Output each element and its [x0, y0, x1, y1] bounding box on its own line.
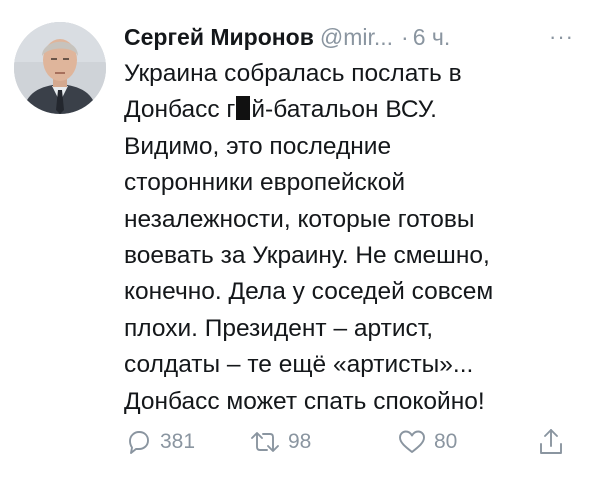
retweet-icon	[251, 432, 279, 452]
tweet-text-line: незалежности, которые готовы	[124, 205, 475, 233]
tweet-text-line: Донбасс может спать спокойно!	[124, 387, 485, 415]
tweet-text-line: плохи. Президент – артист,	[124, 314, 434, 342]
author-handle[interactable]: @mir...	[320, 24, 393, 50]
more-icon[interactable]: ···	[549, 20, 574, 54]
tweet-timestamp[interactable]: 6 ч.	[413, 24, 451, 50]
tweet-actions: 381 98 80	[124, 424, 584, 460]
tweet-text-fragment: й-батальон ВСУ.	[251, 96, 437, 124]
tweet-text-line: конечно. Дела у соседей совсем	[124, 278, 494, 306]
reply-button[interactable]: 381	[124, 424, 195, 460]
avatar-photo	[14, 22, 106, 114]
retweet-count: 98	[288, 430, 312, 453]
reply-icon	[129, 431, 149, 454]
avatar[interactable]	[14, 22, 106, 114]
header-separator: ·	[401, 24, 409, 50]
reply-count: 381	[160, 430, 196, 453]
tweet-text: Украина собралась послать в Донбасс г й-б…	[124, 56, 584, 420]
like-button[interactable]: 80	[396, 424, 457, 460]
censor-block	[236, 96, 251, 121]
tweet: Сергей Миронов @mir... · 6 ч. ··· Украина с…	[0, 0, 597, 480]
like-count: 80	[434, 430, 458, 453]
tweet-text-line: солдаты – те ещё «артисты»...	[124, 351, 474, 379]
tweet-text-line: Видимо, это последние	[124, 132, 392, 160]
tweet-header: Сергей Миронов @mir... · 6 ч. ···	[124, 20, 584, 54]
tweet-text-fragment: Донбасс г	[124, 96, 236, 124]
tweet-text-line: Донбасс г й-батальон ВСУ.	[124, 92, 584, 128]
retweet-button[interactable]: 98	[248, 424, 311, 460]
share-icon	[540, 429, 562, 454]
tweet-text-line: воевать за Украину. Не смешно,	[124, 242, 490, 270]
author-display-name[interactable]: Сергей Миронов	[124, 24, 314, 50]
tweet-text-line: сторонники европейской	[124, 169, 406, 197]
heart-icon	[399, 430, 425, 453]
tweet-text-line: Украина собралась послать в	[124, 60, 462, 87]
share-button[interactable]	[536, 424, 566, 460]
